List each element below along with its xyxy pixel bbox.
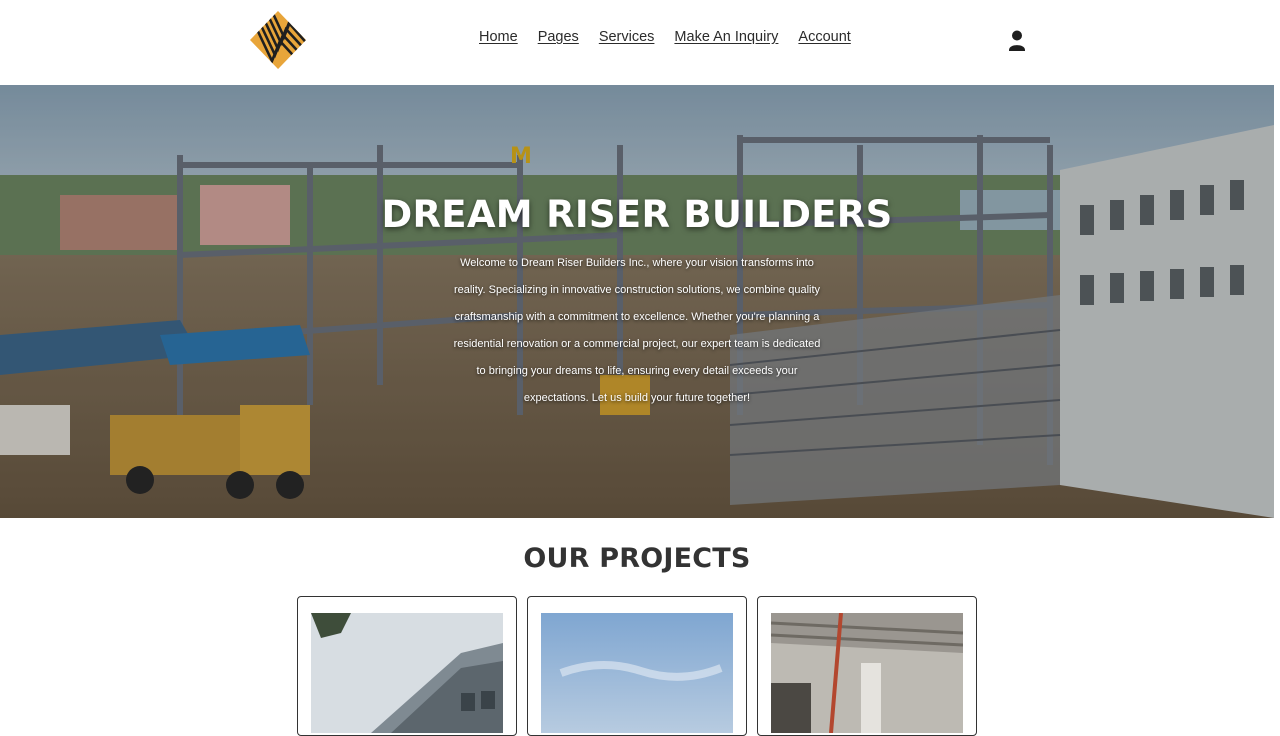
interior-structure-photo	[771, 613, 963, 733]
project-image-sky-construction	[541, 613, 733, 733]
project-image-building-exterior	[311, 613, 503, 733]
project-card[interactable]	[297, 596, 517, 736]
building-exterior-photo	[311, 613, 503, 733]
hero-description-line: residential renovation or a commercial p…	[453, 338, 821, 350]
hero-description-line: Welcome to Dream Riser Builders Inc., wh…	[460, 257, 814, 269]
site-header: Home Pages Services Make An Inquiry Acco…	[0, 0, 1280, 85]
sky-construction-photo	[541, 613, 733, 733]
dream-riser-builders-logo[interactable]	[250, 11, 306, 69]
projects-section-title: OUR PROJECTS	[523, 543, 751, 574]
logo-icon	[250, 11, 306, 69]
account-button[interactable]	[1006, 29, 1028, 53]
user-icon	[1009, 30, 1025, 51]
nav-services-link[interactable]: Services	[599, 29, 655, 45]
hero-description-line: to bringing your dreams to life, ensurin…	[476, 365, 798, 377]
hero-section: M DREAM RISER BUILDERS Welcome to Dream …	[0, 85, 1274, 518]
hero-description-line: craftsmanship with a commitment to excel…	[454, 311, 820, 323]
nav-account-link[interactable]: Account	[798, 29, 850, 45]
hero-title: DREAM RISER BUILDERS	[381, 193, 893, 236]
hero-description-line: reality. Specializing in innovative cons…	[453, 284, 821, 296]
project-card[interactable]	[757, 596, 977, 736]
nav-make-an-inquiry-link[interactable]: Make An Inquiry	[674, 29, 778, 45]
project-card[interactable]	[527, 596, 747, 736]
project-image-interior-structure	[771, 613, 963, 733]
main-nav: Home Pages Services Make An Inquiry Acco…	[479, 29, 851, 45]
hero-description: Welcome to Dream Riser Builders Inc., wh…	[432, 250, 842, 412]
nav-pages-link[interactable]: Pages	[538, 29, 579, 45]
nav-home-link[interactable]: Home	[479, 29, 518, 45]
hero-description-line: expectations. Let us build your future t…	[523, 392, 751, 404]
